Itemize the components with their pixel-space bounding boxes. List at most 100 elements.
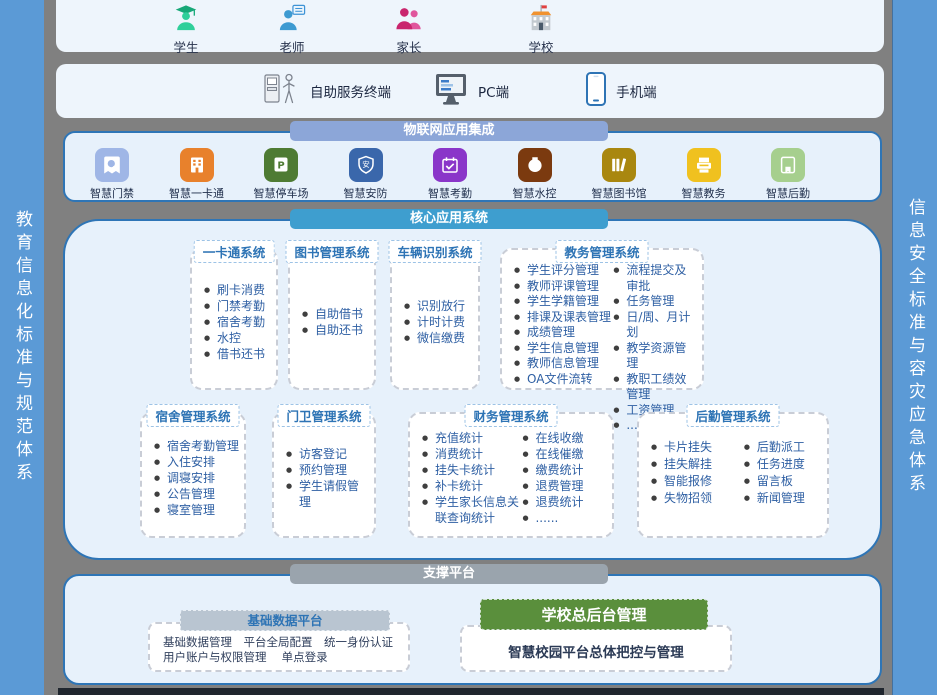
system-list: 访客登记预约管理学生请假管理 [286,446,370,510]
list-item: 计时计费 [404,314,474,330]
system-box-finance: 财务管理系统 充值统计消费统计挂失卡统计补卡统计学生家长信息关联查询统计 在线收… [408,412,614,538]
list-item: 宿舍考勤 [204,314,272,330]
base-platform-line: 基础数据管理 平台全局配置 统一身份认证 [163,635,408,650]
system-title: 教务管理系统 [555,240,648,263]
admin-platform-desc: 智慧校园平台总体把控与管理 [508,641,684,661]
bottom-strip [58,688,884,695]
system-box-gate: 门卫管理系统 访客登记预约管理学生请假管理 [272,412,376,538]
list-item: 公告管理 [154,486,240,502]
list-item: 挂失解挂 [651,456,744,473]
iot-tile-label: 智慧图书馆 [592,185,647,201]
list-item: 充值统计 [422,430,522,446]
system-title: 车辆识别系统 [388,240,481,263]
phone-icon [585,71,607,111]
system-box-vehicle: 车辆识别系统 识别放行计时计费微信缴费 [390,248,480,390]
system-title: 门卫管理系统 [277,404,370,427]
iot-tile-label: 智慧教务 [682,185,726,201]
list-item: 门禁考勤 [204,298,272,314]
list-item: ...... [522,510,608,526]
list-item: 刷卡消费 [204,282,272,298]
list-item: 失物招领 [651,490,744,507]
list-item: 补卡统计 [422,478,522,494]
parents-icon [394,4,424,36]
iot-tile-security: 安 智慧安防 [332,148,400,201]
list-item: 预约管理 [286,462,370,478]
terminal-item-kiosk: 自助服务终端 [261,71,391,111]
system-title: 一卡通系统 [194,240,275,263]
list-item: 学生评分管理 [514,263,613,279]
list-item: 识别放行 [404,298,474,314]
iot-tile-attendance: 智慧考勤 [416,148,484,201]
security-shield-icon: 安 [349,148,383,182]
system-list: 充值统计消费统计挂失卡统计补卡统计学生家长信息关联查询统计 [422,430,522,526]
library-books-icon [602,148,636,182]
user-label: 老师 [279,37,304,56]
system-title: 宿舍管理系统 [146,404,239,427]
list-item: 挂失卡统计 [422,462,522,478]
terminal-label: 自助服务终端 [310,81,391,101]
list-item: 卡片挂失 [651,439,744,456]
list-item: 排课及课表管理 [514,310,613,326]
smart-campus-architecture-diagram: 教育信息化标准与规范体系 信息安全标准与容灾应急体系 学生 [0,0,937,695]
parking-icon: P [264,148,298,182]
iot-tile-label: 智慧考勤 [428,185,472,201]
attendance-calendar-icon [433,148,467,182]
user-label: 家长 [396,37,421,56]
system-list: 自助借书自助还书 [302,306,370,338]
system-box-dormitory: 宿舍管理系统 宿舍考勤管理入住安排调寝安排公告管理寝室管理 [140,412,246,538]
right-sidebar: 信息安全标准与容灾应急体系 [892,0,937,695]
list-item: 寝室管理 [154,502,240,518]
teacher-icon [277,4,307,36]
iot-band-title: 物联网应用集成 [290,121,608,141]
list-item: 消费统计 [422,446,522,462]
iot-tile-label: 智慧一卡通 [169,185,224,201]
user-item-student: 学生 [156,4,216,56]
terminal-label: 手机端 [616,81,657,101]
list-item: 水控 [204,330,272,346]
academic-printer-icon [687,148,721,182]
iot-tile-onecard: 智慧一卡通 [163,148,231,201]
list-item: 新闻管理 [744,490,823,507]
list-item: 在线催缴 [522,446,608,462]
system-list: 卡片挂失挂失解挂智能报修失物招领 [651,439,744,507]
system-list: 宿舍考勤管理入住安排调寝安排公告管理寝室管理 [154,438,240,518]
list-item: 微信缴费 [404,330,474,346]
iot-tile-logistics: 智慧后勤 [754,148,822,201]
iot-tile-label: 智慧后勤 [766,185,810,201]
iot-tile-parking: P 智慧停车场 [247,148,315,201]
list-item: 在线收缴 [522,430,608,446]
water-control-icon [518,148,552,182]
onecard-icon [180,148,214,182]
list-item: 学生请假管理 [286,478,370,510]
list-item: 后勤派工 [744,439,823,456]
list-item: 任务进度 [744,456,823,473]
base-platform-line: 用户账户与权限管理 单点登录 [163,650,408,665]
system-box-onecard: 一卡通系统 刷卡消费门禁考勤宿舍考勤水控借书还书 [190,248,278,390]
system-list: 后勤派工任务进度留言板新闻管理 [744,439,823,507]
list-item: 借书还书 [204,346,272,362]
list-item: 任务管理 [613,294,698,310]
left-sidebar: 教育信息化标准与规范体系 [0,0,44,695]
list-item: 教师信息管理 [514,356,613,372]
pc-icon [433,72,469,110]
user-item-teacher: 老师 [262,4,322,56]
list-item: 成绩管理 [514,325,613,341]
base-platform-title: 基础数据平台 [180,610,390,631]
terminal-label: PC端 [478,81,509,101]
left-sidebar-label: 教育信息化标准与规范体系 [0,210,44,486]
system-list: 识别放行计时计费微信缴费 [404,298,474,346]
right-sidebar-label: 信息安全标准与容灾应急体系 [893,198,937,497]
access-control-icon [95,148,129,182]
list-item: 学生家长信息关联查询统计 [422,494,522,526]
terminal-item-phone: 手机端 [585,71,657,111]
list-item: 教师评课管理 [514,279,613,295]
list-item: 流程提交及审批 [613,263,698,294]
svg-text:P: P [277,160,284,171]
user-item-school: 学校 [511,4,571,56]
support-band-title: 支撑平台 [290,564,608,584]
admin-platform-box: 智慧校园平台总体把控与管理 [460,625,732,672]
iot-tile-label: 智慧停车场 [254,185,309,201]
iot-tile-label: 智慧水控 [513,185,557,201]
list-item: 宿舍考勤管理 [154,438,240,454]
list-item: 调寝安排 [154,470,240,486]
